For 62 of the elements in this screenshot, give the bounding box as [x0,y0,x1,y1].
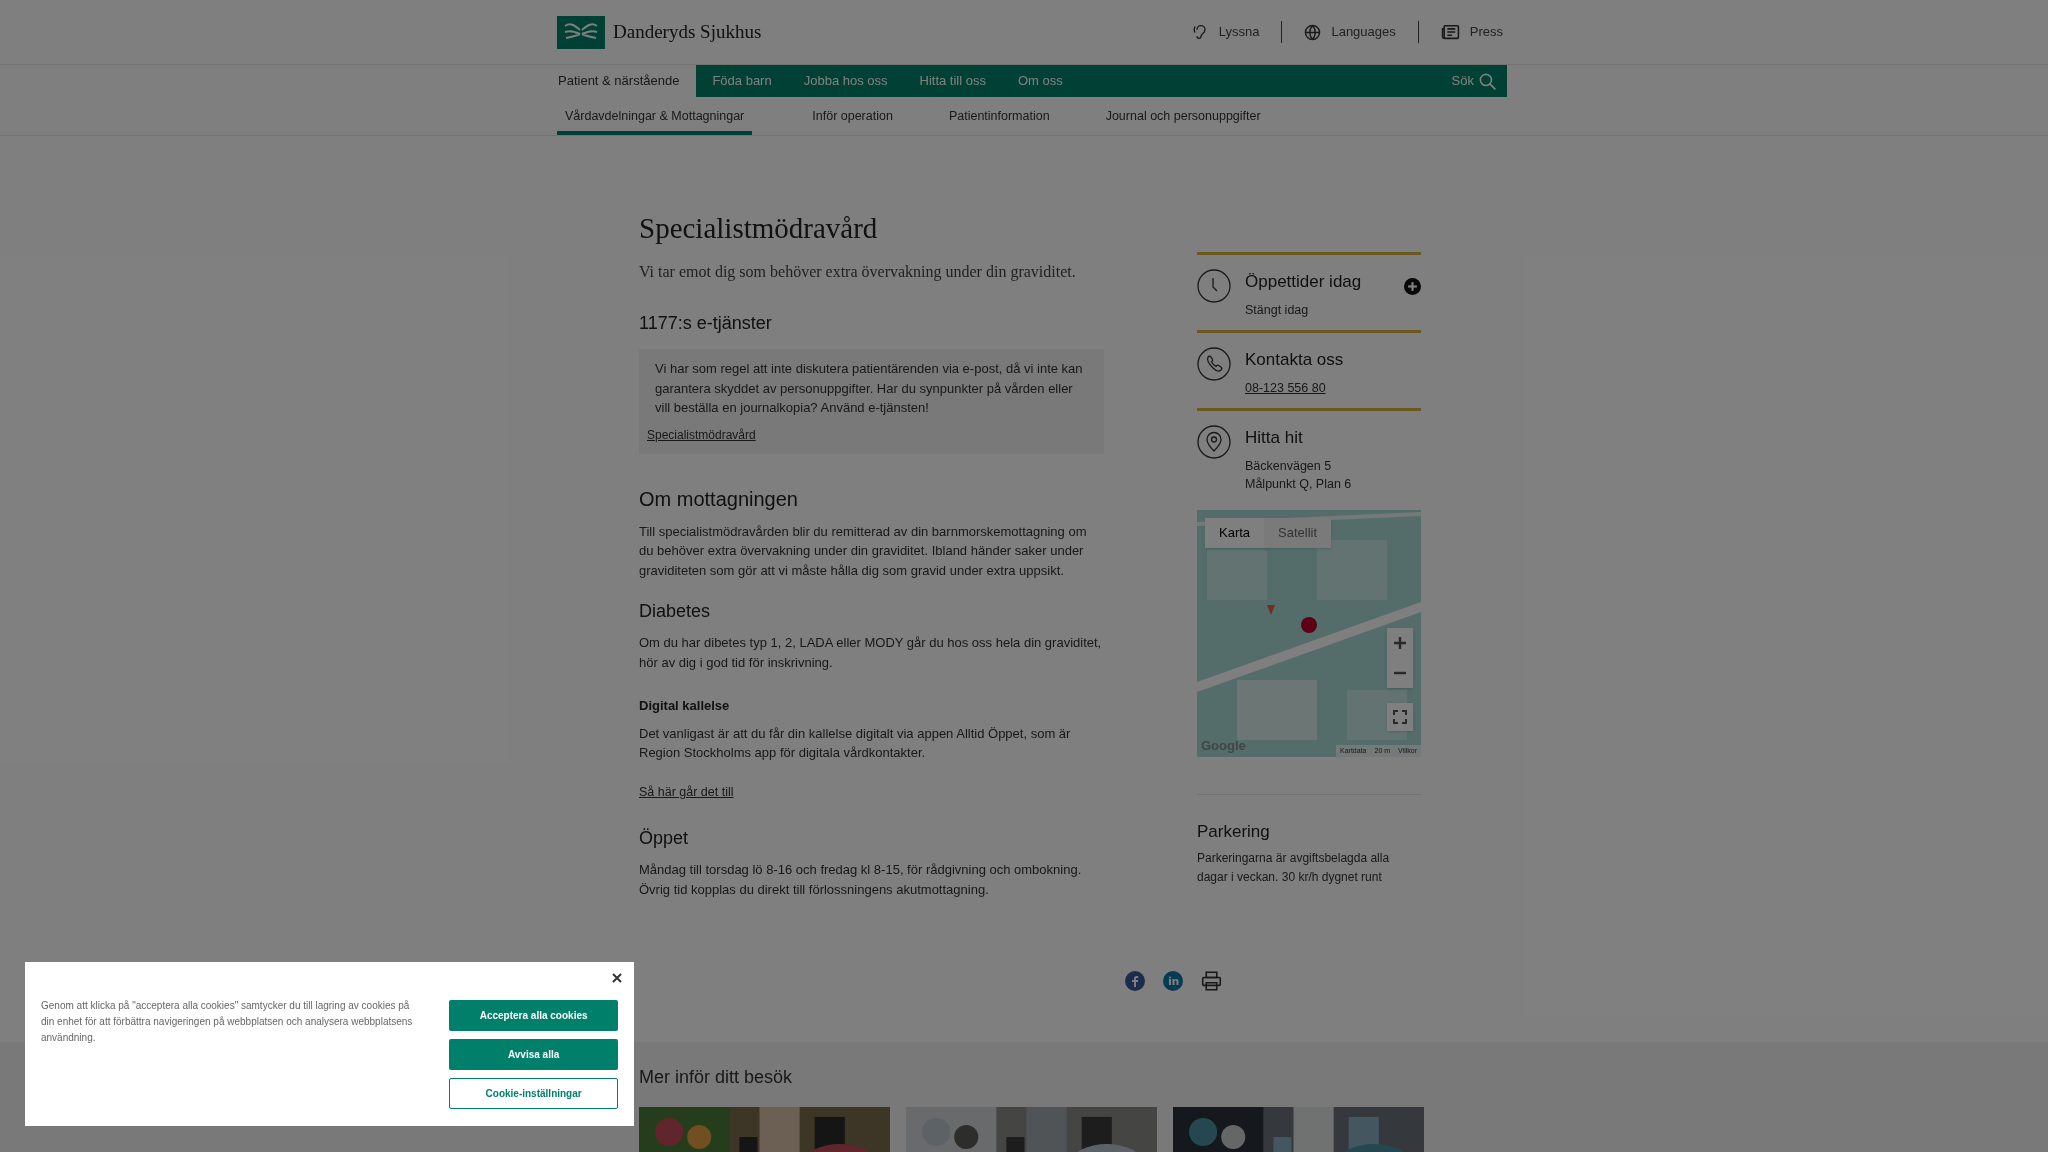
facebook-icon[interactable] [1124,971,1145,992]
phone-link[interactable]: 08-123 556 80 [1245,378,1326,398]
ear-icon [1192,24,1209,40]
linkedin-icon[interactable] [1162,971,1183,992]
fullscreen-icon [1393,710,1407,724]
card-title: Hitta hit [1245,427,1304,449]
body-text: Det vanligast är att du får din kallelse digitalt via appen Alltid Öppet, som är Region Stockholms app för digitala vårdkontakter. [639,724,1072,762]
parking-title: Parkering [1197,821,1271,843]
card-text: Bäckenvägen 5 [1245,457,1333,475]
logo-icon [557,15,605,49]
phone-icon [1197,347,1231,381]
utility-link[interactable]: Lyssna [1192,22,1260,42]
map-type-tab[interactable]: Satellit [1264,518,1332,548]
cookie-button[interactable]: Avvisa alla [449,1039,618,1070]
page-title: Specialistmödravård [639,211,879,246]
section-heading: Diabetes [639,600,712,623]
search-icon [1478,71,1497,91]
section-heading: Öppet [639,827,690,851]
card-title: Öppettider idag [1245,271,1363,293]
location-pin-icon [1197,425,1231,459]
card-text: Målpunkt Q, Plan 6 [1245,476,1353,494]
main-nav-tab[interactable]: Om oss [1002,65,1079,97]
print-icon[interactable] [1200,971,1222,992]
body-text: Till specialistmödravården blir du remitterad av din barnmorskemottagning om du behöver extra övervakning under din graviditet. Ibland händer saker under graviditeten som gör att vi måste hålla dig som gravid under extra uppsikt. [639,522,1088,580]
main-nav-tab[interactable]: Föda barn [696,65,788,97]
search-button[interactable]: Sök [1445,65,1503,97]
lead-text: Vi tar emot dig som behöver extra övervakning under din graviditet. [639,262,1077,283]
plus-icon [1407,281,1418,292]
utility-link[interactable]: Press [1440,22,1503,42]
card-text: Stängt idag [1245,301,1310,319]
sub-nav-tab[interactable]: Inför operation [796,97,909,135]
parking-text: Parkeringarna är avgiftsbelagda alla dagar i veckan. 30 kr/h dygnet runt [1197,849,1391,886]
close-button[interactable] [610,971,624,985]
newspaper-icon [1440,24,1460,40]
main-nav-tab[interactable]: Patient & närstående [541,65,697,97]
expand-button[interactable] [1404,278,1421,295]
cookie-button[interactable]: Acceptera alla cookies [449,1000,618,1031]
body-text: Måndag till torsdag lö 8-16 och fredag kl 8-15, för rådgivning och ombokning. Övrig tid kopplas du direkt till förlossningens akutmottagning. [639,861,1083,899]
clock-icon [1197,269,1231,303]
text-link[interactable]: Så här går det till [639,782,734,802]
subheading: Digital kallelse [639,697,731,715]
section-heading: Mer inför ditt besök [639,1066,794,1089]
map-type-tab[interactable]: Karta [1205,518,1265,548]
sub-nav-tab[interactable]: Journal och personuppgifter [1089,97,1277,135]
section-heading: Om mottagningen [639,486,799,512]
sub-nav-tab[interactable]: Patientinformation [932,97,1066,135]
body-text: Om du har dibetes typ 1, 2, LADA eller MODY går du hos oss hela din graviditet, hör av dig i god tid för inskrivning. [639,634,1103,672]
sub-nav-tab[interactable]: Vårdavdelningar & Mottagningar [557,97,753,135]
card-title: Kontakta oss [1245,349,1345,371]
info-text: Vi har som regel att inte diskutera patientärenden via e-post, då vi inte kan garantera skyddet av personuppgifter. Har du synpunkter på vården eller vill beställa en journalkopia? Använd e-tjänsten! [654,360,1084,417]
cookie-text: Genom att klicka på "acceptera alla cookies" samtycker du till lagring av cookies på din enhet för att förbättra navigeringen på webbplatsen och analysera webbplatsens användning. [41,999,414,1045]
main-nav-tab[interactable]: Jobba hos oss [787,65,904,97]
text-link[interactable]: Specialistmödravård [647,425,756,444]
logo-text[interactable]: Danderyds Sjukhus [613,17,762,47]
globe-icon [1304,23,1322,41]
utility-link[interactable]: Languages [1304,22,1396,42]
plus-icon [1393,636,1407,650]
section-heading: 1177:s e-tjänster [639,312,773,335]
fullscreen-button[interactable] [1387,703,1413,731]
cookie-button[interactable]: Cookie-inställningar [449,1078,618,1109]
main-nav-tab[interactable]: Hitta till oss [903,65,1002,97]
close-icon [612,973,622,983]
